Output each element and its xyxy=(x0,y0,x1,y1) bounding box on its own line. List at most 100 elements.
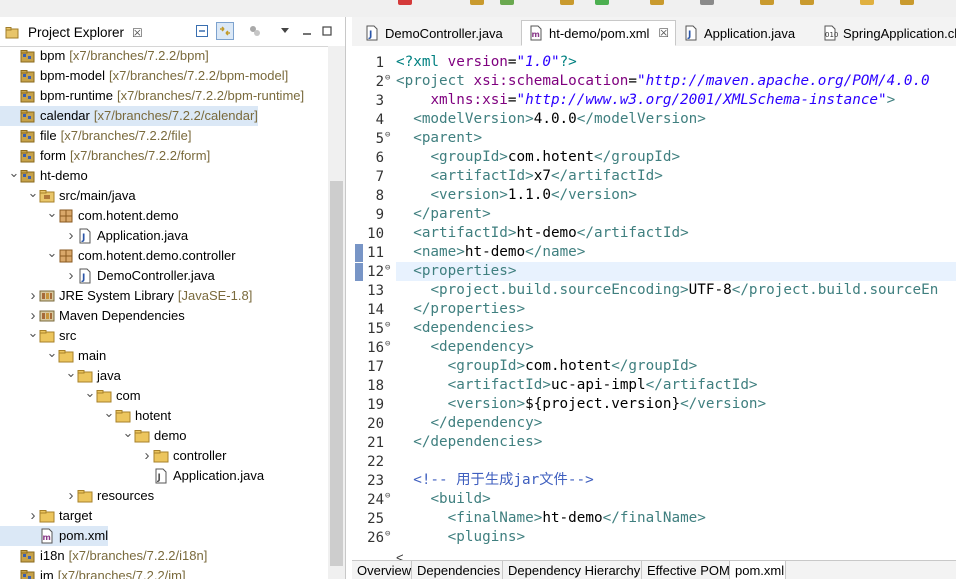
collapse-chevron-icon[interactable]: › xyxy=(27,286,39,306)
tree-item[interactable]: i18n [x7/branches/7.2.2/i18n] xyxy=(0,546,207,566)
code-token: </project.build.sourceEn xyxy=(731,282,939,298)
expand-chevron-icon[interactable]: ⌄ xyxy=(8,163,20,183)
expand-chevron-icon[interactable]: ⌄ xyxy=(84,383,96,403)
minimize-view-button[interactable] xyxy=(298,22,316,40)
tree-item[interactable]: › resources xyxy=(0,486,155,506)
tree-item[interactable]: calendar [x7/branches/7.2.2/calendar] xyxy=(0,106,258,126)
tree-item[interactable]: ⌄ main xyxy=(0,343,107,366)
collapse-chevron-icon[interactable]: › xyxy=(65,266,77,286)
expand-chevron-icon[interactable]: ⌄ xyxy=(46,343,58,363)
line-number: 25 xyxy=(367,511,384,527)
toolbar-nav-icon[interactable] xyxy=(860,0,874,5)
view-menu-filter-button[interactable] xyxy=(246,22,264,40)
tree-vertical-scrollbar[interactable] xyxy=(328,46,345,579)
tree-item[interactable]: ⌄ src/main/java xyxy=(0,183,136,206)
toolbar-open-icon[interactable] xyxy=(560,0,574,5)
collapse-chevron-icon[interactable]: › xyxy=(65,226,77,246)
line-number: 13 xyxy=(367,283,384,299)
tree-item[interactable]: › J Application.java xyxy=(0,226,189,246)
line-number: 14 xyxy=(367,302,384,318)
collapse-chevron-icon[interactable]: › xyxy=(65,486,77,506)
pom-page-tab[interactable]: Dependencies xyxy=(412,561,503,579)
tree-item[interactable]: form [x7/branches/7.2.2/form] xyxy=(0,146,210,166)
pom-page-tab[interactable]: pom.xml xyxy=(730,561,786,579)
view-menu-button[interactable] xyxy=(276,22,294,40)
expand-chevron-icon[interactable]: ⌄ xyxy=(103,403,115,423)
code-token: <project.build.sourceEncoding> xyxy=(430,282,689,298)
pom-page-tab[interactable]: Effective POM xyxy=(642,561,730,579)
project-icon xyxy=(20,168,36,184)
source-folder-icon xyxy=(39,188,55,204)
fold-toggle-icon[interactable]: ⊖ xyxy=(385,263,395,273)
xml-source-editor[interactable]: 1 2 ⊖ 3 4 5 ⊖ 6 7 8 9 10 11 12 ⊖ 13 14 15 ⊖ 16 ⊖ 17 18 19 20 21 22… xyxy=(352,46,956,555)
tree-item[interactable]: ⌄ demo xyxy=(0,423,187,446)
tree-item[interactable]: file [x7/branches/7.2.2/file] xyxy=(0,126,191,146)
pom-page-tab[interactable]: Dependency Hierarchy xyxy=(503,561,642,579)
link-with-editor-button[interactable] xyxy=(216,22,234,40)
code-token: "http://www.w3.org/2001/XMLSchema-instan… xyxy=(516,92,887,108)
svg-text:J: J xyxy=(81,273,85,283)
fold-toggle-icon[interactable]: ⊖ xyxy=(385,339,395,349)
tree-item[interactable]: J Application.java xyxy=(0,466,264,486)
pom-page-tab[interactable]: Overview xyxy=(352,561,412,579)
tab-project-explorer[interactable]: Project Explorer ☒ xyxy=(0,19,149,46)
svn-decoration: [x7/branches/7.2.2/calendar] xyxy=(93,108,258,123)
toolbar-nav2-icon[interactable] xyxy=(900,0,914,5)
tree-item[interactable]: m pom.xml xyxy=(0,526,109,546)
tree-item[interactable]: › controller xyxy=(0,446,227,466)
toolbar-forward-icon[interactable] xyxy=(800,0,814,5)
tree-item[interactable]: › J DemoController.java xyxy=(0,266,215,286)
fold-toggle-icon[interactable]: ⊖ xyxy=(385,529,395,539)
line-number: 15 xyxy=(367,321,384,337)
toolbar-pin-icon[interactable] xyxy=(700,0,714,5)
toolbar-back-icon[interactable] xyxy=(760,0,774,5)
code-token: version xyxy=(447,54,508,70)
close-view-icon[interactable]: ☒ xyxy=(132,26,143,40)
tree-item[interactable]: bpm-runtime [x7/branches/7.2.2/bpm-runtim… xyxy=(0,86,304,106)
expand-chevron-icon[interactable]: ⌄ xyxy=(122,423,134,443)
collapse-chevron-icon[interactable]: › xyxy=(27,506,39,526)
tree-item[interactable]: ⌄ hotent xyxy=(0,403,172,426)
editor-tab-label: ht-demo/pom.xml xyxy=(549,25,650,41)
expand-chevron-icon[interactable]: ⌄ xyxy=(46,203,58,223)
tree-scroll-thumb[interactable] xyxy=(330,181,343,566)
expand-chevron-icon[interactable]: ⌄ xyxy=(27,323,39,343)
maximize-view-button[interactable] xyxy=(318,22,336,40)
editor-tab[interactable]: J DemoController.java xyxy=(358,20,509,46)
tree-item[interactable]: › JRE System Library [JavaSE-1.8] xyxy=(0,286,253,306)
code-line: <project.build.sourceEncoding>UTF-8</pro… xyxy=(396,281,938,300)
editor-tab[interactable]: J Application.java xyxy=(677,20,801,46)
fold-toggle-icon[interactable]: ⊖ xyxy=(385,320,395,330)
toolbar-stop-icon[interactable] xyxy=(398,0,412,5)
tree-item[interactable]: ⌄ java xyxy=(0,363,121,386)
tree-item[interactable]: ⌄ com.hotent.demo.controller xyxy=(0,243,236,266)
editor-tab[interactable]: m ht-demo/pom.xml ☒ xyxy=(521,20,677,46)
fold-toggle-icon[interactable]: ⊖ xyxy=(385,130,395,140)
expand-chevron-icon[interactable]: ⌄ xyxy=(65,363,77,383)
tree-item[interactable]: bpm-model [x7/branches/7.2.2/bpm-model] xyxy=(0,66,288,86)
collapse-all-button[interactable] xyxy=(193,22,211,40)
tree-item-label: Application.java xyxy=(173,468,265,483)
tree-item[interactable]: ⌄ ht-demo xyxy=(0,163,88,186)
tree-item[interactable]: im [x7/branches/7.2.2/im] xyxy=(0,566,186,579)
tree-item[interactable]: ⌄ com xyxy=(0,383,141,406)
toolbar-debug-icon[interactable] xyxy=(595,0,609,5)
svg-text:J: J xyxy=(81,233,85,243)
tree-item[interactable]: ⌄ com.hotent.demo xyxy=(0,203,179,226)
tree-item-label: JRE System Library xyxy=(59,288,174,303)
tree-item[interactable]: ⌄ src xyxy=(0,323,77,346)
toolbar-run-icon[interactable] xyxy=(500,0,514,5)
collapse-chevron-icon[interactable]: › xyxy=(141,446,153,466)
toolbar-edit-icon[interactable] xyxy=(650,0,664,5)
toolbar-folder-icon[interactable] xyxy=(470,0,484,5)
fold-toggle-icon[interactable]: ⊖ xyxy=(385,491,395,501)
editor-tab[interactable]: 010 SpringApplication.cla xyxy=(816,20,956,46)
close-tab-icon[interactable]: ☒ xyxy=(658,26,669,40)
fold-toggle-icon[interactable]: ⊖ xyxy=(385,73,395,83)
expand-chevron-icon[interactable]: ⌄ xyxy=(27,183,39,203)
tree-item[interactable]: bpm [x7/branches/7.2.2/bpm] xyxy=(0,46,209,66)
code-line: <?xml version="1.0"?> xyxy=(396,53,577,72)
expand-chevron-icon[interactable]: ⌄ xyxy=(46,243,58,263)
tree-item[interactable]: › target xyxy=(0,506,93,526)
